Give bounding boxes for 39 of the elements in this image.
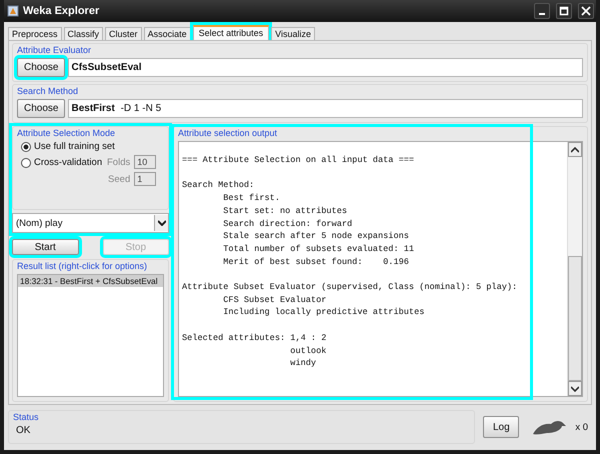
choose-button[interactable]: Choose [17,99,66,118]
minimize-button[interactable] [534,3,550,19]
tab[interactable]: Visualize [271,27,315,40]
tab[interactable]: Select attributes [192,25,270,40]
class-dropdown[interactable]: (Nom) play [12,213,169,233]
radio-label: Cross-validation [34,157,102,168]
status-message: OK [15,425,32,436]
field-label: Folds [107,156,130,168]
log-button[interactable]: Log [483,416,520,438]
tab[interactable]: Associate [144,27,191,40]
window-title: Weka Explorer [23,5,100,17]
radio-label: Use full training set [34,141,115,152]
output-text: === Attribute Selection on all input data === Search Method: Best first. Start set: no attributes Search direction: forward Stale search after 5 node expansions Total number of subsets evaluated: 11 Merit of best subset found: 0.196 Attribute Subset Evaluator (supervised, Class (nominal): 5 play): CFS Subset Evaluator Including locally predictive attributes Selected attributes: 1,4 : 2 outlook windy [181,154,518,370]
group-title: Attribute selection output [178,128,278,138]
maximize-icon [559,6,569,16]
field-label: Seed [108,174,130,184]
tab[interactable]: Cluster [105,27,142,40]
app-icon [7,5,19,17]
choose-button[interactable]: Choose [17,58,66,77]
group-title: Result list (right-click for options) [17,261,148,271]
minimize-icon [539,13,545,15]
close-button[interactable] [578,3,594,19]
scheme-field[interactable]: CfsSubsetEval [68,58,583,77]
tab[interactable]: Preprocess [8,27,62,40]
group-title: Attribute Evaluator [17,45,92,55]
radio-button[interactable] [21,142,31,152]
scroll-up-icon[interactable] [568,142,582,157]
radio-button[interactable] [21,158,31,168]
scroll-down-icon[interactable] [568,381,582,396]
group-title: Status [13,412,40,422]
result-item[interactable]: 18:32:31 - BestFirst + CfsSubsetEval [18,275,163,287]
scheme-field[interactable]: BestFirst -D 1 -N 5 [68,99,583,118]
task-count: x 0 [575,422,588,432]
close-icon [581,6,591,16]
scrollbar[interactable] [567,142,582,396]
group-title: Attribute Selection Mode [17,128,116,138]
maximize-button[interactable] [556,3,572,19]
tab[interactable]: Classify [64,27,104,40]
group-title: Search Method [17,86,80,96]
